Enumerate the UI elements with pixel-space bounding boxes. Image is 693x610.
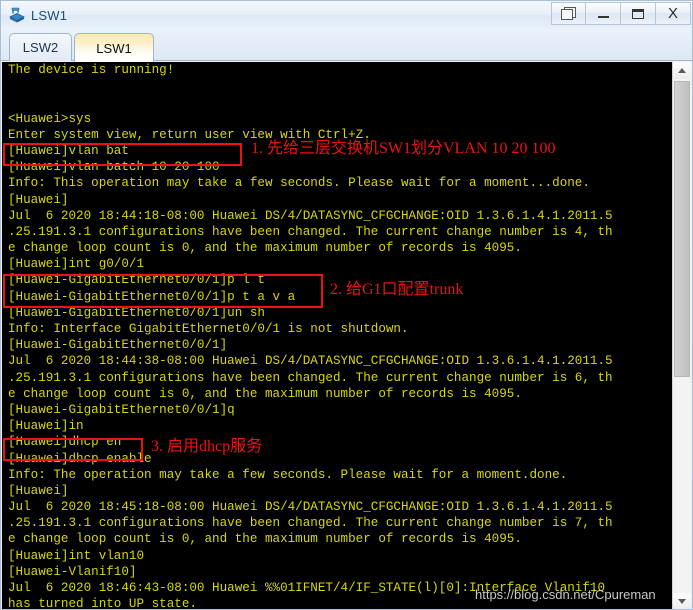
terminal-line: Jul 6 2020 18:44:38-08:00 Huawei DS/4/DA…	[8, 354, 613, 369]
terminal-line: [Huawei-GigabitEthernet0/0/1]q	[8, 402, 235, 417]
scrollbar-track[interactable]	[673, 79, 691, 593]
chevron-up-icon	[678, 68, 686, 73]
terminal-line: [Huawei]in	[8, 419, 84, 434]
tab-strip: LSW2 LSW1	[1, 29, 692, 62]
tab-lsw1-label: LSW1	[96, 40, 132, 56]
annotation-label-1: 1. 先给三层交换机SW1划分VLAN 10 20 100	[251, 140, 556, 157]
restore-button[interactable]	[551, 2, 586, 25]
annotation-label-2: 2. 给G1口配置trunk	[330, 281, 464, 298]
scroll-up-button[interactable]	[673, 62, 691, 79]
scrollbar-thumb[interactable]	[674, 81, 690, 377]
terminal-line: Info: This operation may take a few seco…	[8, 176, 590, 191]
vertical-scrollbar[interactable]	[672, 62, 691, 609]
close-button[interactable]: X	[656, 2, 691, 25]
terminal-line: [Huawei-Vlanif10]	[8, 564, 137, 579]
window-title: LSW1	[31, 7, 68, 23]
title-bar[interactable]: LSW1 X	[1, 1, 692, 29]
terminal-line: e change loop count is 0, and the maximu…	[8, 241, 522, 256]
chevron-down-icon	[678, 599, 686, 604]
terminal-line: Info: Interface GigabitEthernet0/0/1 is …	[8, 322, 409, 336]
window-controls: X	[551, 2, 691, 25]
scroll-down-button[interactable]	[673, 593, 691, 609]
terminal-line: [Huawei]dhcp enable	[8, 451, 152, 466]
annotation-label-3: 3. 启用dhcp服务	[151, 438, 263, 455]
maximize-icon	[632, 8, 644, 19]
terminal-line: Jul 6 2020 18:45:18-08:00 Huawei DS/4/DA…	[8, 500, 613, 515]
tab-lsw2[interactable]: LSW2	[9, 33, 72, 61]
terminal-line: [Huawei]	[8, 483, 69, 498]
terminal-line: .25.191.3.1 configurations have been cha…	[8, 224, 613, 239]
restore-icon	[561, 7, 576, 20]
terminal-line: Info: The operation may take a few secon…	[8, 467, 568, 482]
tab-lsw2-label: LSW2	[22, 40, 59, 55]
terminal-line: [Huawei-GigabitEthernet0/0/1]un sh	[8, 305, 265, 320]
switch-icon	[8, 6, 26, 24]
terminal-line: [Huawei]int vlan10	[8, 548, 145, 563]
minimize-button[interactable]	[586, 2, 621, 25]
terminal-line: [Huawei]dhcp en	[8, 435, 122, 450]
terminal-line: .25.191.3.1 configurations have been cha…	[8, 516, 613, 531]
terminal-line: <Huawei>sys	[8, 111, 92, 126]
minimize-icon	[597, 16, 609, 18]
terminal-line: [Huawei]int g0/0/1	[8, 257, 145, 272]
close-icon: X	[667, 5, 678, 22]
terminal-line: The device is running!	[8, 63, 175, 77]
terminal-line: .25.191.3.1 configurations have been cha…	[8, 370, 613, 385]
terminal-line: [Huawei-GigabitEthernet0/0/1]	[8, 338, 228, 353]
terminal-window: LSW1 X LSW2 LSW1 The device is running! …	[0, 0, 693, 610]
terminal-line: e change loop count is 0, and the maximu…	[8, 532, 522, 547]
terminal-line: e change loop count is 0, and the maximu…	[8, 386, 522, 401]
tab-lsw1[interactable]: LSW1	[74, 33, 154, 62]
terminal-line: has turned into UP state.	[8, 597, 197, 610]
terminal-line: Jul 6 2020 18:44:18-08:00 Huawei DS/4/DA…	[8, 208, 613, 223]
terminal-line: Jul 6 2020 18:46:43-08:00 Huawei %%01IFN…	[8, 581, 606, 595]
terminal-line: [Huawei]	[8, 192, 69, 207]
maximize-button[interactable]	[621, 2, 656, 25]
terminal-line: [Huawei]vlan batch 10 20 100	[8, 160, 220, 175]
